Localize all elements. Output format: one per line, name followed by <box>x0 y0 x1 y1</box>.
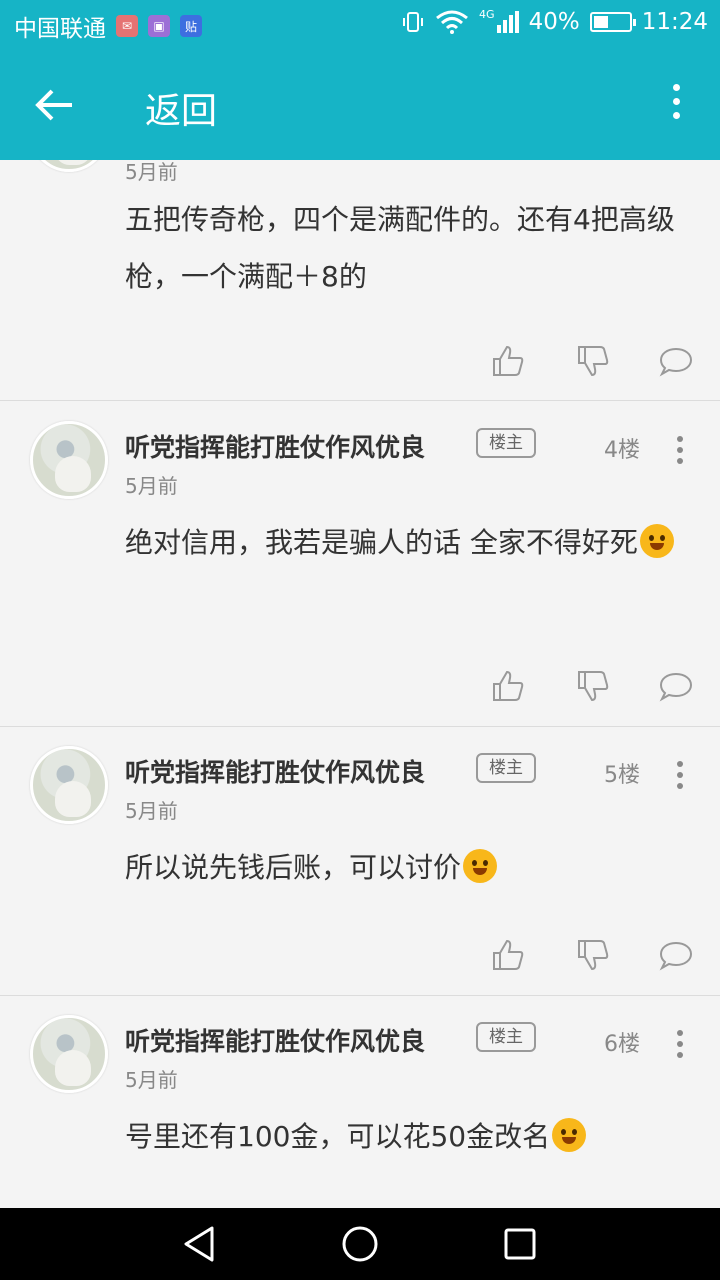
post-actions <box>490 343 700 383</box>
avatar[interactable] <box>30 1015 108 1093</box>
post-more-button[interactable] <box>676 436 684 469</box>
avatar[interactable] <box>30 421 108 499</box>
thumbs-up-icon <box>493 939 524 970</box>
blush-emoji-icon <box>552 1118 587 1152</box>
smile-emoji-icon <box>463 849 498 883</box>
post-more-button[interactable] <box>676 761 684 794</box>
reply-item: 5月前 五把传奇枪，四个是满配件的。还有4把高级枪，一个满配＋8的 <box>0 160 720 401</box>
reply-item: 听党指挥能打胜仗作风优良 楼主 4楼 5月前 绝对信用，我若是骗人的话 全家不得… <box>0 402 720 727</box>
like-button[interactable] <box>490 343 526 379</box>
comment-button[interactable] <box>658 668 694 704</box>
floor-number: 6楼 <box>604 1032 640 1057</box>
nav-recents-button[interactable] <box>500 1224 540 1264</box>
post-more-button[interactable] <box>676 1030 684 1063</box>
wifi-icon <box>436 10 468 34</box>
circle-home-icon <box>342 1226 378 1262</box>
thumbs-down-icon <box>578 940 609 971</box>
carrier-name: 中国联通 <box>14 16 106 42</box>
app-toolbar: 返回 <box>0 50 720 160</box>
page-title[interactable]: 返回 <box>145 82 217 134</box>
comment-button[interactable] <box>658 937 694 973</box>
avatar[interactable] <box>30 160 108 172</box>
author-name[interactable]: 听党指挥能打胜仗作风优良 <box>125 428 425 464</box>
post-actions <box>490 668 700 708</box>
op-badge: 楼主 <box>476 753 536 783</box>
comment-icon <box>659 672 693 702</box>
post-time: 5月前 <box>125 160 178 184</box>
dislike-button[interactable] <box>575 937 611 973</box>
clock: 11:24 <box>641 9 708 35</box>
like-button[interactable] <box>490 937 526 973</box>
comment-button[interactable] <box>658 343 694 379</box>
thumbs-up-icon <box>493 345 524 376</box>
square-recents-icon <box>504 1228 536 1260</box>
tieba-app-icon: 贴 <box>180 15 202 37</box>
comment-icon <box>659 941 693 971</box>
dislike-button[interactable] <box>575 343 611 379</box>
arrow-left-icon <box>35 89 72 121</box>
author-name[interactable]: 听党指挥能打胜仗作风优良 <box>125 1022 425 1058</box>
smile-emoji-icon <box>639 524 674 558</box>
floor-number: 4楼 <box>604 438 640 463</box>
system-nav-bar <box>0 1208 720 1280</box>
signal-icon <box>496 11 519 33</box>
post-time: 5月前 <box>125 799 178 823</box>
post-content: 五把传奇枪，四个是满配件的。还有4把高级枪，一个满配＋8的 <box>125 203 675 293</box>
post-time: 5月前 <box>125 1068 178 1092</box>
network-type: 4G <box>479 7 495 21</box>
post-content: 所以说先钱后账，可以讨价 <box>125 839 695 896</box>
vibrate-icon <box>403 12 424 32</box>
author-name[interactable]: 听党指挥能打胜仗作风优良 <box>125 753 425 789</box>
post-time: 5月前 <box>125 474 178 498</box>
thumbs-down-icon <box>578 671 609 702</box>
mail-app-icon: ✉ <box>116 15 138 37</box>
post-content: 号里还有100金，可以花50金改名 <box>125 1108 695 1165</box>
nav-home-button[interactable] <box>340 1224 380 1264</box>
thumbs-down-icon <box>578 346 609 377</box>
nav-back-button[interactable] <box>180 1224 220 1264</box>
post-content: 绝对信用，我若是骗人的话 全家不得好死 <box>125 514 695 571</box>
triangle-back-icon <box>184 1226 214 1262</box>
status-bar: 中国联通 ✉ ▣ 贴 4G 40% 11:24 <box>0 0 720 50</box>
post-actions <box>490 937 700 977</box>
floor-number: 5楼 <box>604 763 640 788</box>
more-options-button[interactable] <box>670 84 682 124</box>
battery-icon <box>589 12 636 32</box>
avatar[interactable] <box>30 746 108 824</box>
thumbs-up-icon <box>493 670 524 701</box>
battery-percent: 40% <box>528 9 580 35</box>
like-button[interactable] <box>490 668 526 704</box>
op-badge: 楼主 <box>476 1022 536 1052</box>
reply-item: 听党指挥能打胜仗作风优良 楼主 5楼 5月前 所以说先钱后账，可以讨价 <box>0 727 720 996</box>
op-badge: 楼主 <box>476 428 536 458</box>
comment-icon <box>659 347 693 377</box>
dislike-button[interactable] <box>575 668 611 704</box>
reply-item: 听党指挥能打胜仗作风优良 楼主 6楼 5月前 号里还有100金，可以花50金改名 <box>0 996 720 1208</box>
gallery-app-icon: ▣ <box>148 15 170 37</box>
back-button[interactable] <box>22 75 82 135</box>
reply-list[interactable]: 5月前 五把传奇枪，四个是满配件的。还有4把高级枪，一个满配＋8的 听党指挥能打… <box>0 160 720 1208</box>
